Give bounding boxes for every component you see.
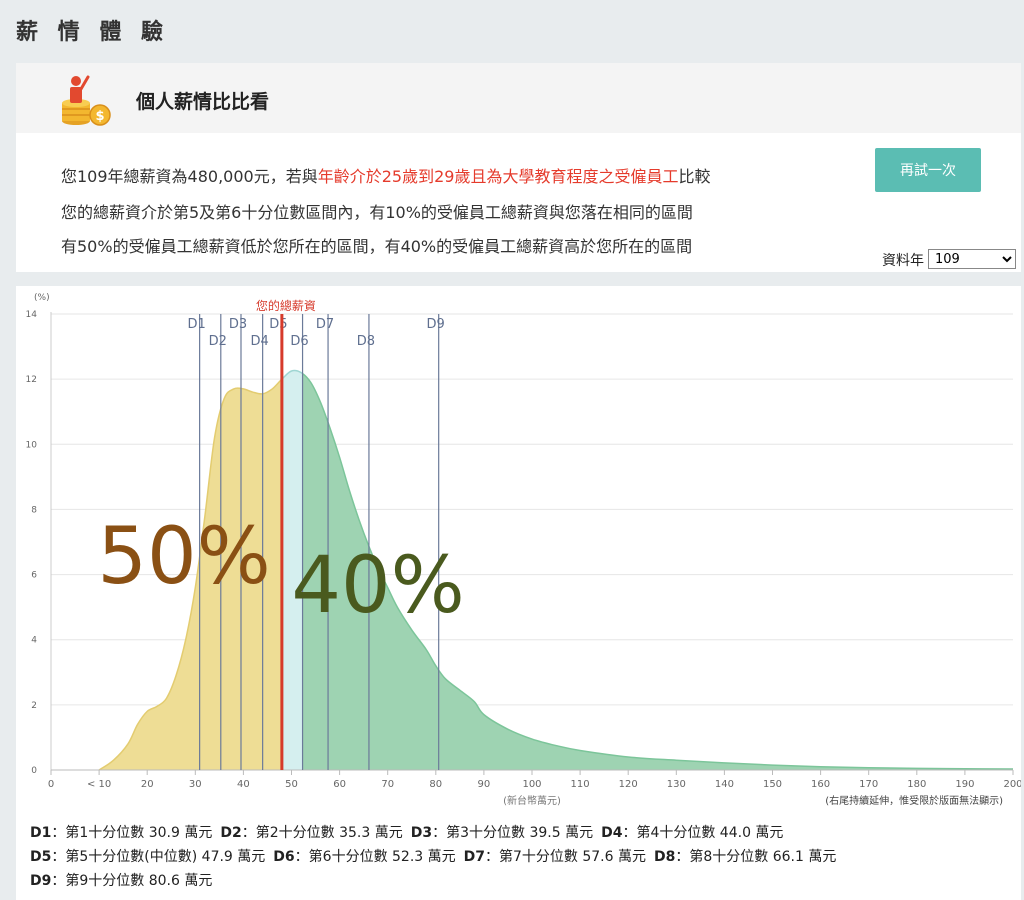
legend-row: D1：第1十分位數 30.9 萬元 D2：第2十分位數 35.3 萬元 D3：第3十…: [30, 821, 844, 845]
decile-label-d5: D5: [269, 317, 287, 332]
legend-row: D5：第5十分位數(中位數) 47.9 萬元 D6：第6十分位數 52.3 萬元 D…: [30, 845, 844, 869]
x-tick-label: 110: [571, 779, 590, 790]
x-tick-label: 30: [189, 779, 202, 790]
page-title: 薪 情 體 驗: [16, 20, 169, 45]
result-line-2: 您的總薪資介於第5及第6十分位數區間內，有10%的受僱員工總薪資與您落在相同的區…: [61, 203, 693, 222]
legend-row: D9：第9十分位數 80.6 萬元: [30, 869, 844, 893]
year-select[interactable]: 109: [928, 249, 1016, 269]
legend-key: D3: [410, 825, 433, 841]
legend-desc: ：第2十分位數 35.3 萬元: [241, 825, 403, 841]
decile-label-d9: D9: [427, 317, 445, 332]
x-tick-label: 190: [955, 779, 974, 790]
chart-note: (右尾持續延伸，惟受限於版面無法顯示): [825, 794, 1003, 807]
legend-key: D2: [220, 825, 242, 841]
x-tick-label: 200: [1003, 779, 1021, 790]
svg-text:$: $: [95, 109, 104, 124]
legend-desc: ：第7十分位數 57.6 萬元: [485, 849, 646, 865]
legend-key: D6: [273, 849, 295, 865]
y-tick-label: 4: [31, 636, 37, 646]
decile-label-d8: D8: [357, 334, 375, 349]
x-tick-label: 0: [48, 779, 54, 790]
legend-desc: ：第8十分位數 66.1 萬元: [675, 849, 837, 865]
decile-label-d1: D1: [187, 317, 205, 332]
coins-person-icon: $: [62, 75, 111, 126]
x-tick-label: 120: [619, 779, 638, 790]
decile-label-d6: D6: [290, 334, 308, 349]
panel-header: $ 個人薪情比比看: [16, 63, 1021, 133]
legend-desc: ：第1十分位數 30.9 萬元: [51, 825, 213, 841]
legend-key: D7: [463, 849, 486, 865]
decile-legend: D1：第1十分位數 30.9 萬元 D2：第2十分位數 35.3 萬元 D3：第3十…: [30, 821, 844, 893]
legend-item-d8: D8：第8十分位數 66.1 萬元: [654, 849, 836, 865]
x-tick-label: 90: [478, 779, 491, 790]
x-tick-label: 160: [811, 779, 830, 790]
result-line-1-pre: 您109年總薪資為480,000元，若與: [61, 167, 318, 186]
y-tick-label: 10: [26, 440, 38, 450]
decile-label-d4: D4: [250, 334, 268, 349]
y-tick-label: 0: [31, 766, 37, 776]
y-tick-label: 12: [26, 375, 37, 385]
x-tick-label: 130: [667, 779, 686, 790]
x-tick-label: 60: [333, 779, 346, 790]
x-tick-label: 150: [763, 779, 782, 790]
y-axis-label: (%): [34, 293, 50, 303]
result-line-3: 有50%的受僱員工總薪資低於您所在的區間，有40%的受僱員工總薪資高於您所在的區…: [61, 237, 693, 256]
panel-title: 個人薪情比比看: [136, 91, 270, 113]
legend-item-d5: D5：第5十分位數(中位數) 47.9 萬元: [30, 849, 265, 865]
legend-item-d9: D9：第9十分位數 80.6 萬元: [30, 873, 212, 889]
legend-item-d3: D3：第3十分位數 39.5 萬元: [411, 825, 593, 841]
result-panel: 您109年總薪資為480,000元，若與年齡介於25歲到29歲且為大學教育程度之…: [16, 133, 1021, 272]
x-tick-label: 80: [429, 779, 442, 790]
legend-item-d4: D4：第4十分位數 44.0 萬元: [601, 825, 783, 841]
salary-distribution-chart: 0 2 4 6 8 10 12 14 (%) 0 < 10 20 30 40 50 60 70 80 90 100 11…: [26, 293, 1021, 807]
chart-card: 0 2 4 6 8 10 12 14 (%) 0 < 10 20 30 40 50 60 70 80 90 100 11…: [16, 286, 1021, 900]
decile-label-d2: D2: [209, 334, 227, 349]
pct-above-label: 40%: [291, 541, 464, 631]
y-tick-label: 2: [31, 701, 37, 711]
x-tick-label: 170: [859, 779, 878, 790]
decile-label-d7: D7: [316, 317, 334, 332]
x-tick-label: 140: [715, 779, 734, 790]
legend-desc: ：第5十分位數(中位數) 47.9 萬元: [51, 849, 266, 865]
result-line-1-post: 比較: [678, 167, 711, 186]
legend-desc: ：第9十分位數 80.6 萬元: [51, 873, 213, 889]
year-label: 資料年: [882, 253, 924, 269]
legend-item-d6: D6：第6十分位數 52.3 萬元: [273, 849, 455, 865]
x-tick-label: 50: [285, 779, 298, 790]
comparison-group-highlight: 年齡介於25歲到29歲且為大學教育程度之受僱員工: [317, 167, 679, 186]
x-axis-label: (新台幣萬元): [503, 794, 561, 807]
y-tick-label: 8: [31, 505, 37, 515]
legend-item-d1: D1：第1十分位數 30.9 萬元: [30, 825, 212, 841]
legend-desc: ：第3十分位數 39.5 萬元: [432, 825, 594, 841]
decile-label-d3: D3: [229, 317, 247, 332]
legend-desc: ：第4十分位數 44.0 萬元: [622, 825, 784, 841]
y-tick-label: 14: [26, 310, 38, 320]
y-tick-label: 6: [31, 571, 37, 581]
legend-key: D5: [30, 849, 52, 865]
x-tick-label: < 10: [87, 779, 111, 790]
legend-key: D9: [30, 873, 52, 889]
x-tick-label: 100: [522, 779, 541, 790]
legend-key: D8: [654, 849, 676, 865]
x-tick-label: 40: [237, 779, 250, 790]
legend-key: D1: [30, 825, 52, 841]
my-salary-label: 您的總薪資: [256, 298, 316, 313]
x-tick-label: 20: [141, 779, 154, 790]
legend-key: D4: [601, 825, 623, 841]
x-tick-label: 70: [381, 779, 394, 790]
legend-desc: ：第6十分位數 52.3 萬元: [294, 849, 456, 865]
pct-below-label: 50%: [97, 512, 270, 602]
result-line-1: 您109年總薪資為480,000元，若與年齡介於25歲到29歲且為大學教育程度之…: [61, 163, 710, 187]
retry-button[interactable]: 再試一次: [875, 148, 981, 192]
legend-item-d2: D2：第2十分位數 35.3 萬元: [220, 825, 402, 841]
legend-item-d7: D7：第7十分位數 57.6 萬元: [464, 849, 646, 865]
x-tick-label: 180: [907, 779, 926, 790]
